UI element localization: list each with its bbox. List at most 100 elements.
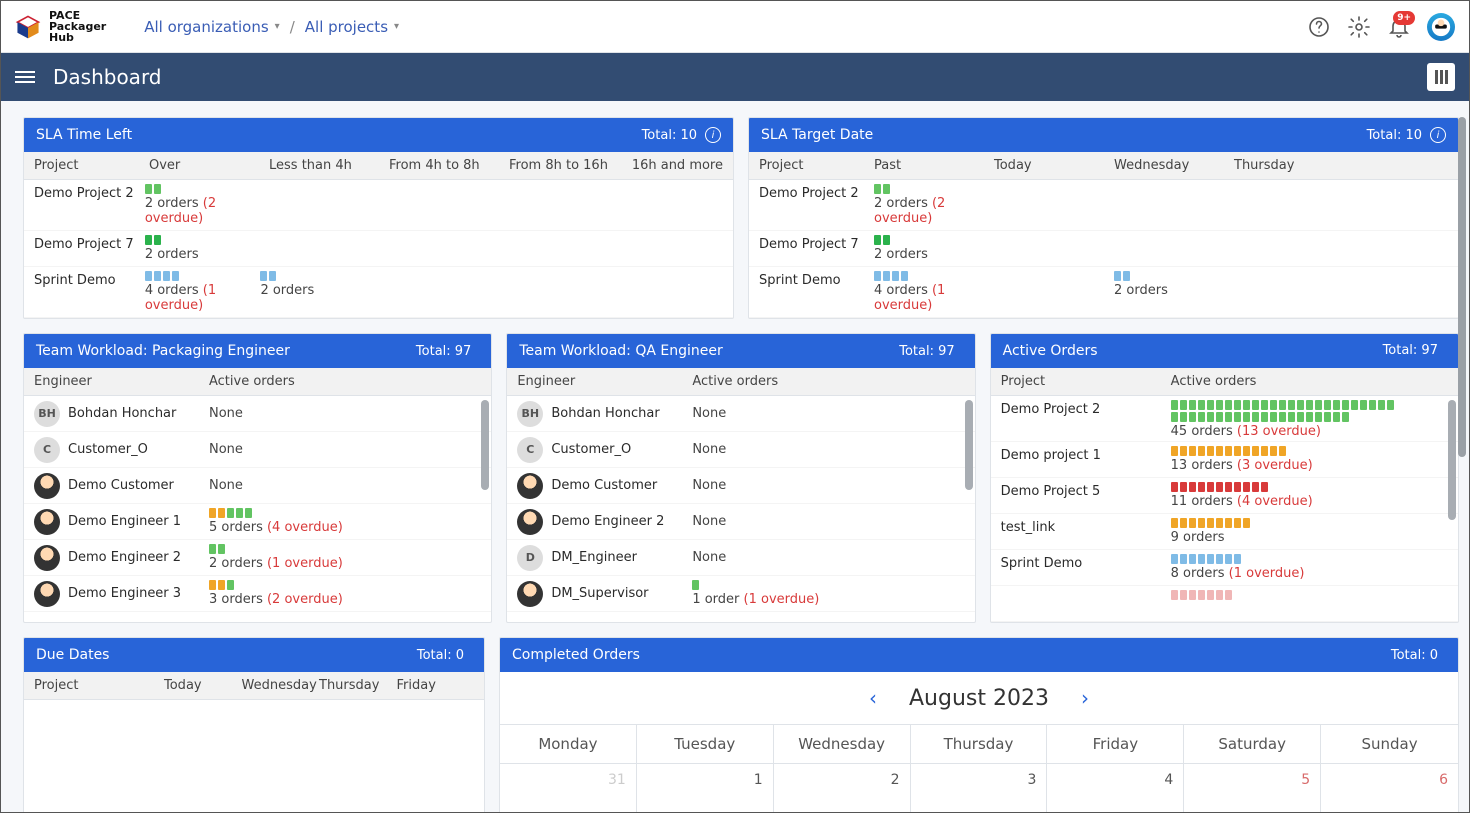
table-row: CCustomer_O None	[24, 432, 491, 468]
calendar-day[interactable]: 2	[774, 764, 911, 812]
table-cell[interactable]: None	[209, 406, 243, 421]
table-row: Demo Project 2 45 orders (13 overdue)	[991, 396, 1458, 442]
engineer-cell[interactable]: Demo Customer	[34, 473, 209, 499]
notif-badge: 9+	[1393, 11, 1415, 25]
project-name[interactable]: Demo Project 2	[759, 184, 874, 201]
column-header: Past	[874, 158, 994, 173]
next-month-button[interactable]: ›	[1073, 682, 1097, 714]
table-cell[interactable]: None	[209, 442, 243, 457]
table-cell[interactable]: 11 orders (4 overdue)	[1171, 482, 1313, 509]
table-cell[interactable]: 2 orders	[1114, 271, 1234, 298]
calendar-day[interactable]: 3	[911, 764, 1048, 812]
crumb-project[interactable]: All projects▾	[305, 18, 399, 36]
scrollbar[interactable]	[965, 400, 973, 618]
settings-button[interactable]	[1347, 15, 1371, 39]
project-name[interactable]	[1001, 590, 1171, 592]
table-cell[interactable]: None	[692, 442, 726, 457]
table-row	[991, 586, 1458, 622]
project-name[interactable]: Sprint Demo	[1001, 554, 1171, 571]
table-cell[interactable]: None	[692, 514, 726, 529]
table-cell[interactable]: 8 orders (1 overdue)	[1171, 554, 1305, 581]
table-cell[interactable]: None	[692, 406, 726, 421]
card-active-orders: Active Orders Total: 97 ProjectActive or…	[990, 333, 1459, 623]
project-name[interactable]: Demo Project 7	[759, 235, 874, 252]
info-icon[interactable]: i	[1430, 127, 1446, 143]
table-cell[interactable]: 2 orders (2 overdue)	[874, 184, 994, 226]
menu-button[interactable]	[15, 71, 35, 83]
notifications-button[interactable]: 9+	[1387, 15, 1411, 39]
table-cell[interactable]	[1171, 590, 1232, 600]
info-icon[interactable]: i	[705, 127, 721, 143]
status-squares	[874, 271, 908, 281]
engineer-cell[interactable]: Demo Engineer 3	[34, 581, 209, 607]
calendar-day[interactable]: 31	[500, 764, 637, 812]
table-cell[interactable]: 9 orders	[1171, 518, 1250, 545]
table-row: Demo project 1 13 orders (3 overdue)	[991, 442, 1458, 478]
prev-month-button[interactable]: ‹	[861, 682, 885, 714]
engineer-cell[interactable]: DDM_Engineer	[517, 545, 692, 571]
table-cell[interactable]: 3 orders (2 overdue)	[209, 580, 343, 607]
table-row: Sprint Demo4 orders (1 overdue)2 orders	[24, 267, 733, 318]
project-name[interactable]: Demo project 1	[1001, 446, 1171, 463]
project-name[interactable]: Sprint Demo	[34, 271, 145, 288]
table-cell[interactable]: 45 orders (13 overdue)	[1171, 400, 1401, 439]
calendar-day[interactable]: 6	[1321, 764, 1458, 812]
status-squares	[692, 580, 699, 590]
engineer-cell[interactable]: BHBohdan Honchar	[517, 401, 692, 427]
table-cell[interactable]: None	[692, 550, 726, 565]
help-button[interactable]	[1307, 15, 1331, 39]
app-name: PACE Packager Hub	[49, 10, 106, 43]
table-cell[interactable]: None	[692, 478, 726, 493]
project-name[interactable]: Demo Project 7	[34, 235, 145, 252]
table-cell[interactable]: None	[209, 478, 243, 493]
user-avatar[interactable]	[1427, 13, 1455, 41]
table-cell[interactable]: 2 orders	[145, 235, 261, 262]
engineer-cell[interactable]: BHBohdan Honchar	[34, 401, 209, 427]
calendar-day[interactable]: 4	[1047, 764, 1184, 812]
project-name[interactable]: test_link	[1001, 518, 1171, 535]
scrollbar[interactable]	[1448, 400, 1456, 618]
engineer-cell[interactable]: DM_Supervisor	[517, 581, 692, 607]
table-cell[interactable]: 5 orders (4 overdue)	[209, 508, 343, 535]
table-cell[interactable]: 2 orders	[874, 235, 994, 262]
crumb-org[interactable]: All organizations▾	[144, 18, 279, 36]
app-logo[interactable]: PACE Packager Hub	[15, 10, 106, 43]
scrollbar[interactable]	[481, 400, 489, 618]
page-scrollbar[interactable]	[1457, 117, 1467, 796]
engineer-cell[interactable]: Demo Engineer 1	[34, 509, 209, 535]
table-cell[interactable]: 4 orders (1 overdue)	[874, 271, 994, 313]
order-count: 2 orders	[260, 283, 314, 298]
day-header: Thursday	[911, 725, 1048, 764]
card-completed-orders: Completed Orders Total: 0 ‹ August 2023 …	[499, 637, 1459, 812]
day-header: Wednesday	[774, 725, 911, 764]
card-sla-target-date: SLA Target Date Total: 10 i ProjectPastT…	[748, 117, 1459, 319]
order-count: 2 orders	[874, 247, 928, 262]
card-title: Due Dates	[36, 647, 109, 663]
table-cell[interactable]: 13 orders (3 overdue)	[1171, 446, 1313, 473]
calendar-day[interactable]: 1	[637, 764, 774, 812]
table-cell[interactable]: 2 orders (1 overdue)	[209, 544, 343, 571]
engineer-name: Demo Customer	[551, 478, 657, 493]
engineer-cell[interactable]: Demo Engineer 2	[34, 545, 209, 571]
order-count: 11 orders (4 overdue)	[1171, 494, 1313, 509]
layout-columns-button[interactable]	[1427, 63, 1455, 91]
engineer-cell[interactable]: Demo Customer	[517, 473, 692, 499]
table-cell[interactable]: 4 orders (1 overdue)	[145, 271, 261, 313]
project-name[interactable]: Sprint Demo	[759, 271, 874, 288]
project-name[interactable]: Demo Project 5	[1001, 482, 1171, 499]
avatar-initials: BH	[517, 401, 543, 427]
table-header: ProjectOverLess than 4hFrom 4h to 8hFrom…	[24, 152, 733, 180]
engineer-cell[interactable]: CCustomer_O	[34, 437, 209, 463]
column-header: Today	[994, 158, 1114, 173]
status-squares	[1171, 590, 1232, 600]
table-body: Demo Project 22 orders (2 overdue) Demo …	[24, 180, 733, 318]
project-name[interactable]: Demo Project 2	[34, 184, 145, 201]
engineer-cell[interactable]: Demo Engineer 2	[517, 509, 692, 535]
table-cell[interactable]: 2 orders (2 overdue)	[145, 184, 261, 226]
table-cell[interactable]: 2 orders	[260, 271, 376, 298]
calendar-day[interactable]: 5	[1184, 764, 1321, 812]
avatar-icon	[34, 473, 60, 499]
project-name[interactable]: Demo Project 2	[1001, 400, 1171, 417]
table-cell[interactable]: 1 order (1 overdue)	[692, 580, 819, 607]
engineer-cell[interactable]: CCustomer_O	[517, 437, 692, 463]
